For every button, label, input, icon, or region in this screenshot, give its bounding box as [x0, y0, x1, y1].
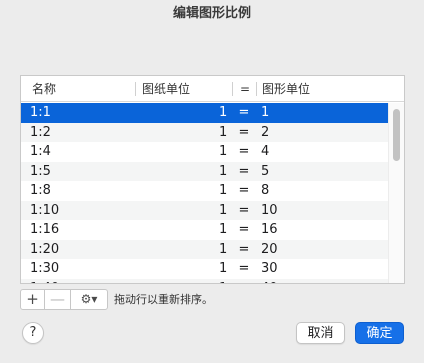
column-divider: [256, 82, 257, 96]
scale-name-cell: 1:2: [30, 124, 51, 140]
drawing-units-cell: 30: [261, 261, 278, 276]
column-header-name[interactable]: 名称: [32, 76, 56, 102]
scale-name-cell: 1:5: [30, 163, 51, 179]
equals-cell: =: [238, 183, 250, 198]
add-scale-button[interactable]: +: [20, 289, 45, 310]
table-row[interactable]: 1:4 1 = 4: [21, 142, 389, 162]
scale-name-cell: 1:16: [30, 222, 60, 237]
table-row[interactable]: 1:8 1 = 8: [21, 181, 389, 201]
equals-cell: =: [238, 163, 250, 179]
drawing-units-cell: 20: [261, 241, 278, 257]
cancel-button[interactable]: 取消: [296, 322, 345, 344]
drawing-units-cell: 1: [261, 105, 270, 120]
drawing-units-cell: 10: [261, 202, 278, 218]
column-divider: [232, 82, 233, 96]
gear-icon: ⚙▾: [80, 292, 98, 306]
table-row[interactable]: 1:10 1 = 10: [21, 200, 389, 220]
table-row[interactable]: 1:30 1 = 30: [21, 259, 389, 279]
dialog-title: 编辑图形比例: [172, 6, 251, 21]
help-button[interactable]: ?: [22, 322, 44, 344]
drawing-units-cell: 5: [261, 163, 270, 179]
paper-units-cell: 1: [219, 202, 228, 218]
ok-button[interactable]: 确定: [355, 322, 404, 344]
remove-scale-button[interactable]: —: [44, 289, 71, 310]
column-header-equals: =: [240, 82, 251, 96]
paper-units-cell: 1: [219, 222, 228, 237]
paper-units-cell: 1: [219, 183, 228, 198]
paper-units-cell: 1: [219, 163, 228, 179]
scrollbar-thumb[interactable]: [393, 109, 400, 161]
table-row[interactable]: 1:16 1 = 16: [21, 220, 389, 240]
scale-name-cell: 1:1: [30, 105, 51, 120]
paper-units-cell: 1: [219, 144, 228, 159]
paper-units-cell: 1: [219, 105, 228, 120]
table-row[interactable]: 1:2 1 = 2: [21, 122, 389, 142]
scale-name-cell: 1:8: [30, 183, 51, 198]
column-divider: [135, 82, 136, 96]
scale-table: 名称 图纸单位 = 图形单位 1:1 1 = 1 1:2 1 = 2 1:4 1 = 4 1:5 1 = 5 1…: [20, 75, 405, 284]
paper-units-cell: 1: [219, 279, 227, 284]
table-row[interactable]: 1:20 1 = 20: [21, 239, 389, 259]
paper-units-cell: 1: [219, 241, 228, 257]
gear-menu-button[interactable]: ⚙▾: [70, 289, 108, 310]
reorder-hint: 拖动行以重新排序。: [114, 293, 213, 306]
scale-name-cell: 1:10: [30, 202, 60, 218]
drawing-units-cell: 4: [261, 144, 270, 159]
drawing-units-cell: 16: [261, 222, 278, 237]
table-row[interactable]: 1:5 1 = 5: [21, 161, 389, 181]
equals-cell: =: [236, 279, 252, 284]
scale-name-cell: 1:30: [30, 261, 60, 276]
paper-units-cell: 1: [219, 261, 228, 276]
scale-name-cell: 1:40: [30, 279, 59, 284]
equals-cell: =: [238, 144, 250, 159]
drawing-units-cell: 2: [261, 124, 270, 140]
table-header: 名称 图纸单位 = 图形单位: [21, 76, 404, 102]
table-row[interactable]: 1:40 1 = 40: [21, 278, 389, 284]
scale-name-cell: 1:20: [30, 241, 60, 257]
scale-name-cell: 1:4: [30, 144, 51, 159]
drawing-units-cell: 40: [261, 279, 278, 284]
equals-cell: =: [238, 261, 250, 276]
table-row[interactable]: 1:1 1 = 1: [21, 103, 389, 123]
table-body: 1:1 1 = 1 1:2 1 = 2 1:4 1 = 4 1:5 1 = 5 1:8 1 = 8 1:10 1 = 10 1:…: [21, 103, 389, 284]
equals-cell: =: [238, 124, 250, 140]
equals-cell: =: [238, 105, 250, 120]
equals-cell: =: [238, 202, 250, 218]
drawing-units-cell: 8: [261, 183, 270, 198]
equals-cell: =: [238, 222, 250, 237]
vertical-scrollbar[interactable]: [388, 103, 404, 283]
paper-units-cell: 1: [219, 124, 228, 140]
column-header-paper-units[interactable]: 图纸单位: [142, 76, 190, 102]
equals-cell: =: [238, 241, 250, 257]
column-header-drawing-units[interactable]: 图形单位: [262, 76, 310, 102]
